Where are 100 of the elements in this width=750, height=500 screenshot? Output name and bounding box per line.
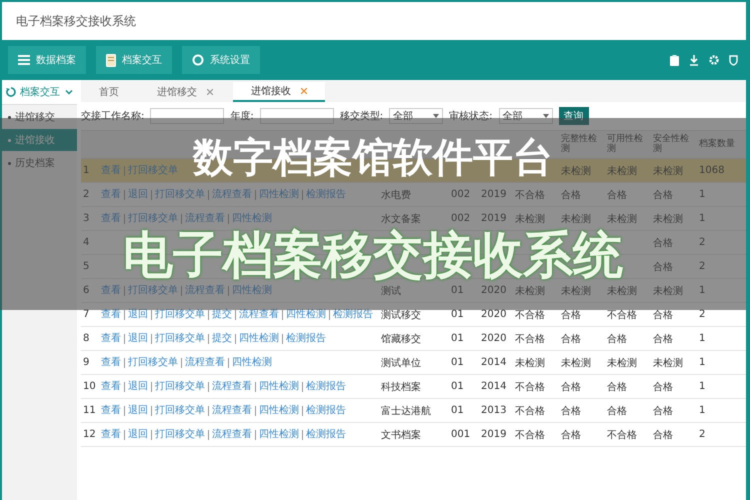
- table-cell-text: 1: [698, 380, 706, 394]
- action-link[interactable]: 查看: [101, 334, 124, 344]
- action-link[interactable]: 查看: [101, 214, 124, 224]
- table-cell-text: 合格: [652, 404, 674, 418]
- table-cell-text: 未检测: [560, 356, 592, 370]
- action-link[interactable]: 四性检测: [228, 358, 275, 368]
- table-cell-text: 不合格: [514, 308, 546, 322]
- table-cell-text: 合格: [652, 308, 674, 322]
- action-link[interactable]: 流程查看: [208, 430, 255, 440]
- input-field[interactable]: [150, 108, 224, 124]
- action-link[interactable]: 四性检测: [255, 430, 302, 440]
- nav-button[interactable]: 系统设置: [182, 46, 260, 74]
- table-cell-text: 未检测: [652, 356, 684, 370]
- action-link[interactable]: 提交: [208, 334, 235, 344]
- close-icon[interactable]: [207, 89, 213, 95]
- action-link[interactable]: 四性检测: [228, 214, 275, 224]
- column-header: 安全性检测: [652, 132, 690, 156]
- table-cell-text: 1: [698, 284, 706, 298]
- action-link[interactable]: 查看: [101, 286, 124, 296]
- table-cell-text: 合格: [560, 380, 582, 394]
- action-link[interactable]: 四性检测: [228, 286, 275, 296]
- action-link[interactable]: 退回: [124, 430, 151, 440]
- action-link[interactable]: 检测报告: [302, 406, 349, 416]
- input-field[interactable]: [260, 108, 334, 124]
- table-cell-text: 2019: [480, 212, 508, 226]
- download-icon[interactable]: [689, 54, 699, 66]
- table-cell-text: 未检测: [606, 284, 638, 298]
- action-link[interactable]: 四性检测: [255, 406, 302, 416]
- action-link[interactable]: 打回移交单: [124, 214, 181, 224]
- action-link[interactable]: 四性检测: [255, 382, 302, 392]
- action-link[interactable]: 查看: [101, 358, 124, 368]
- column-header: 完整性检测: [560, 132, 598, 156]
- action-link[interactable]: 查看: [101, 190, 124, 200]
- action-link[interactable]: 打回移交单: [151, 310, 208, 320]
- filter-label: 年度:: [230, 110, 254, 123]
- action-link[interactable]: 打回移交单: [151, 382, 208, 392]
- table-cell-text: 2019: [480, 428, 508, 442]
- sidebar-item[interactable]: 历史档案: [2, 152, 77, 174]
- action-link[interactable]: 查看: [101, 382, 124, 392]
- action-link[interactable]: 流程查看: [208, 382, 255, 392]
- table-cell-text: 合格: [560, 332, 582, 346]
- table-cell-text: 001: [450, 428, 472, 442]
- action-link[interactable]: 检测报告: [282, 334, 329, 344]
- table-cell-text: 2014: [480, 356, 508, 370]
- action-link[interactable]: 检测报告: [302, 190, 349, 200]
- action-link[interactable]: 流程查看: [208, 190, 255, 200]
- close-icon[interactable]: [301, 88, 307, 94]
- sidebar-item[interactable]: 进馆移交: [2, 106, 77, 128]
- nav-button[interactable]: 档案交互: [96, 46, 172, 74]
- action-link[interactable]: 流程查看: [181, 358, 228, 368]
- action-link[interactable]: 检测报告: [302, 382, 349, 392]
- settings-icon[interactable]: [709, 55, 719, 65]
- table-cell-text: 2014: [480, 380, 508, 394]
- action-link[interactable]: 打回移交单: [124, 286, 181, 296]
- table-cell-text: 测试移交: [380, 308, 422, 322]
- clipboard-icon[interactable]: [670, 54, 679, 66]
- select-field[interactable]: 全部: [389, 108, 444, 124]
- action-link[interactable]: 查看: [101, 406, 124, 416]
- action-link[interactable]: 退回: [124, 334, 151, 344]
- action-link[interactable]: 打回移交单: [151, 190, 208, 200]
- table-cell-text: 不合格: [514, 188, 546, 202]
- action-link[interactable]: 打回移交单: [151, 430, 208, 440]
- action-link[interactable]: 退回: [124, 190, 151, 200]
- table-cell-text: 文书档案: [380, 428, 422, 442]
- nav-button[interactable]: 数据档案: [8, 46, 86, 74]
- action-link[interactable]: 查看: [101, 310, 124, 320]
- table-cell-text: 合格: [652, 236, 674, 250]
- table-cell-text: 合格: [606, 332, 628, 346]
- action-link[interactable]: 流程查看: [181, 286, 228, 296]
- table-cell-text: 不合格: [606, 308, 638, 322]
- table-cell-text: 未检测: [606, 212, 638, 226]
- action-link[interactable]: 检测报告: [329, 310, 376, 320]
- select-field[interactable]: 全部: [498, 108, 552, 124]
- search-button[interactable]: 查询: [558, 107, 588, 125]
- action-link[interactable]: 检测报告: [302, 430, 349, 440]
- action-link[interactable]: 四性检测: [282, 310, 329, 320]
- table-cell-text: 1: [698, 404, 706, 418]
- action-link[interactable]: 流程查看: [181, 214, 228, 224]
- table-cell-text: 4: [82, 236, 90, 250]
- action-link[interactable]: 打回移交单: [124, 358, 181, 368]
- action-link[interactable]: 打回移交单: [151, 406, 208, 416]
- action-link[interactable]: 退回: [124, 310, 151, 320]
- action-link[interactable]: 流程查看: [208, 406, 255, 416]
- action-link[interactable]: 流程查看: [235, 310, 282, 320]
- table-cell-text: 未检测: [606, 356, 638, 370]
- action-link[interactable]: 提交: [208, 310, 235, 320]
- action-link[interactable]: 四性检测: [235, 334, 282, 344]
- sidebar-group-label: 档案交互: [20, 86, 60, 99]
- action-link[interactable]: 退回: [124, 406, 151, 416]
- action-link[interactable]: 查看: [101, 430, 124, 440]
- action-link[interactable]: 四性检测: [255, 190, 302, 200]
- sidebar-group[interactable]: 档案交互: [2, 80, 77, 105]
- shield-icon[interactable]: [729, 54, 738, 66]
- chevron-icon[interactable]: [65, 88, 73, 96]
- sidebar-item[interactable]: 进馆接收: [2, 129, 77, 151]
- action-link[interactable]: 打回移交单: [151, 334, 208, 344]
- table-cell-text: 1068: [698, 164, 726, 178]
- table-cell-text: 8: [82, 332, 90, 346]
- action-link[interactable]: 退回: [124, 382, 151, 392]
- tab[interactable]: 进馆接收: [233, 82, 325, 102]
